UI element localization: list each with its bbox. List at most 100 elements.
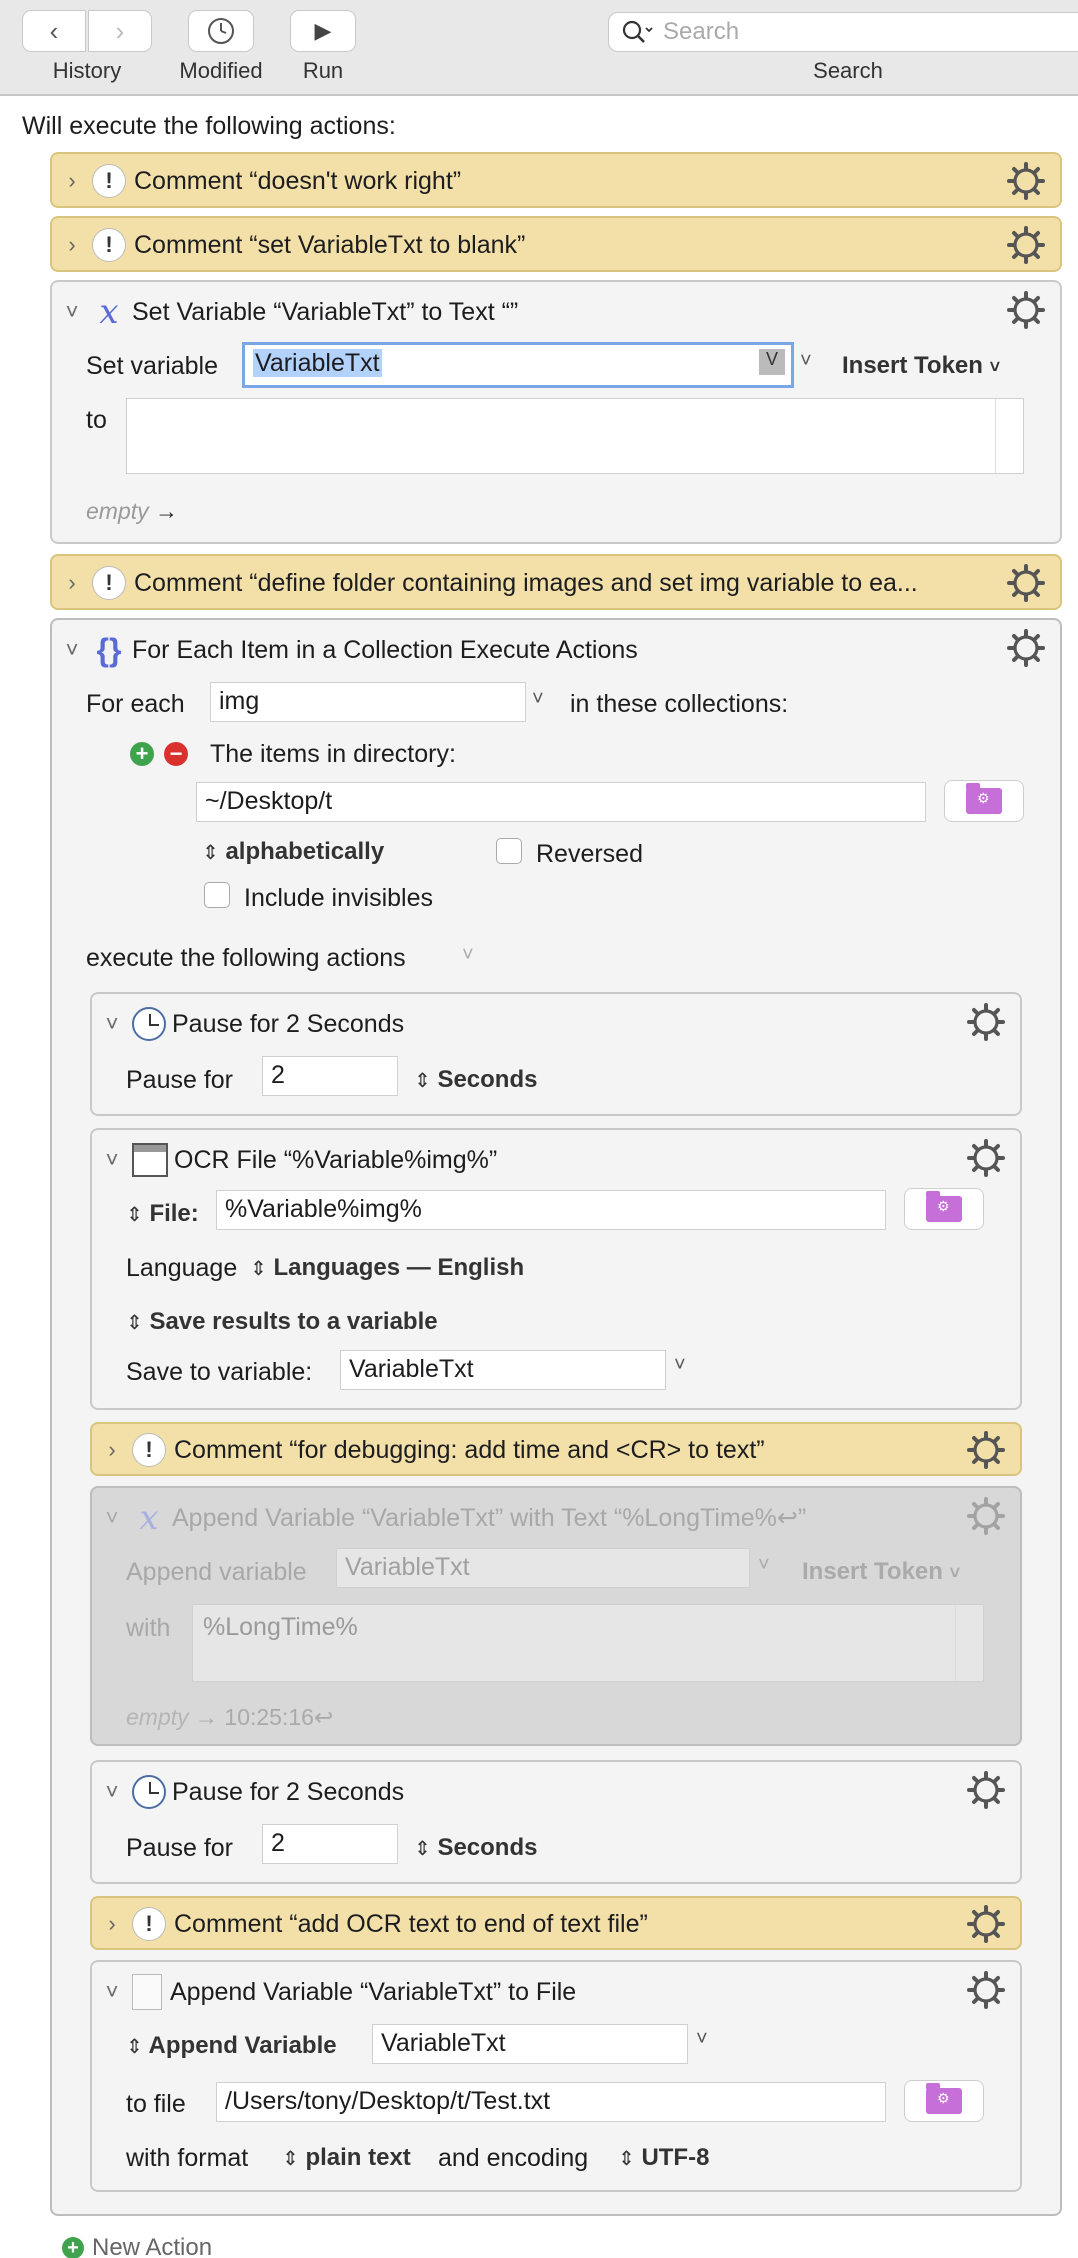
append-variable-field[interactable]: VariableTxt [336,1548,750,1588]
text-input-area[interactable] [126,398,1024,474]
pause-action-2[interactable]: ˅ Pause for 2 Seconds Pause for 2 ⇕ Seco… [90,1760,1022,1884]
variable-dropdown-chevron[interactable]: ˅ [800,350,812,373]
gear-icon[interactable] [1006,628,1046,668]
preview-line: empty → [86,498,178,525]
directory-path-field[interactable]: ~/Desktop/t [196,782,926,822]
append-mode-popup[interactable]: ⇕ Append Variable [126,2032,337,2060]
save-results-value: Save results to a variable [149,1308,438,1335]
variable-dropdown-chevron[interactable]: ˅ [758,1554,770,1577]
chevron-right-icon[interactable]: › [92,1911,132,1937]
insert-token-button[interactable]: Insert Token ˅ [842,352,1000,380]
chevron-down-icon[interactable]: ˅ [52,637,92,663]
for-each-label: For each [86,690,185,718]
window-icon [132,1143,168,1177]
sort-order-popup[interactable]: ⇕ alphabetically [202,838,384,866]
new-action-button[interactable]: + New Action [62,2234,212,2258]
time-unit-popup[interactable]: ⇕ Seconds [414,1834,537,1862]
comment-action-4[interactable]: › ! Comment “for debugging: add time and… [90,1422,1022,1476]
comment-action-1[interactable]: › ! Comment “doesn't work right” [50,152,1062,208]
remove-collection-button[interactable]: − [164,742,188,766]
gear-icon[interactable] [1006,225,1046,265]
chevron-down-icon[interactable]: ˅ [92,1979,132,2005]
append-file-variable-field[interactable]: VariableTxt [372,2024,688,2064]
comment-action-2[interactable]: › ! Comment “set VariableTxt to blank” [50,216,1062,272]
format-popup[interactable]: ⇕ plain text [282,2144,411,2172]
play-icon: ▶ [314,18,332,43]
action-title: Comment “set VariableTxt to blank” [134,230,526,259]
ocr-file-action[interactable]: ˅ OCR File “%Variable%img%” ⇕ File: %Var… [90,1128,1022,1410]
append-file-variable-value: VariableTxt [381,2029,506,2057]
gear-icon[interactable] [1006,290,1046,330]
file-source-popup[interactable]: ⇕ File: [126,1200,199,1228]
exclamation-icon: ! [92,228,126,262]
run-button[interactable]: ▶ [290,10,356,52]
preview-line: empty → 10:25:16↩ [126,1704,333,1731]
chevron-right-icon[interactable]: › [52,232,92,258]
search-field[interactable]: Search [608,12,1078,52]
set-variable-action[interactable]: ˅ x Set Variable “VariableTxt” to Text “… [50,280,1062,544]
comment-action-3[interactable]: › ! Comment “define folder containing im… [50,554,1062,610]
pause-for-label: Pause for [126,1066,234,1094]
chevron-down-icon[interactable]: ˅ [92,1505,132,1531]
insert-token-label: Insert Token [842,352,983,379]
modified-button[interactable] [188,10,254,52]
variable-dropdown-chevron[interactable]: ˅ [674,1354,686,1377]
chevron-down-icon[interactable]: ˅ [92,1147,132,1173]
language-popup[interactable]: ⇕ Languages — English [250,1254,524,1282]
file-path-field[interactable]: /Users/tony/Desktop/t/Test.txt [216,2082,886,2122]
chevron-down-icon[interactable]: ˅ [92,1779,132,1805]
variable-name-field[interactable]: VariableTxt V [242,342,794,388]
gear-icon[interactable] [966,1138,1006,1178]
sort-order-value: alphabetically [225,838,385,865]
encoding-popup[interactable]: ⇕ UTF-8 [618,2144,709,2172]
ocr-file-field[interactable]: %Variable%img% [216,1190,886,1230]
gear-icon[interactable] [966,1496,1006,1536]
gear-icon[interactable] [966,1770,1006,1810]
add-collection-button[interactable]: + [130,742,154,766]
for-each-variable-field[interactable]: img [210,682,526,722]
preview-empty: empty [126,1704,189,1730]
chevron-down-icon[interactable]: ˅ [462,944,474,967]
chevron-down-icon[interactable]: ˅ [92,1011,132,1037]
pause-duration-value: 2 [271,1829,285,1857]
with-text-area[interactable]: %LongTime% [192,1604,984,1682]
choose-folder-button[interactable] [944,780,1024,822]
format-value: plain text [305,2144,411,2171]
gear-icon[interactable] [966,1002,1006,1042]
gear-icon[interactable] [1006,161,1046,201]
language-label: Language [126,1254,238,1282]
choose-file-button[interactable] [904,2080,984,2122]
pause-duration-field[interactable]: 2 [262,1824,398,1864]
action-title: Append Variable “VariableTxt” with Text … [172,1504,807,1532]
forward-button[interactable]: › [88,10,152,52]
gear-icon[interactable] [966,1904,1006,1944]
append-variable-value: VariableTxt [345,1553,470,1581]
chevron-right-icon[interactable]: › [92,1437,132,1463]
back-button[interactable]: ‹ [22,10,86,52]
save-results-popup[interactable]: ⇕ Save results to a variable [126,1308,438,1336]
append-to-file-action[interactable]: ˅ Append Variable “VariableTxt” to File … [90,1960,1022,2192]
chevron-right-icon[interactable]: › [52,168,92,194]
insert-token-button[interactable]: Insert Token ˅ [802,1558,960,1586]
pause-action-1[interactable]: ˅ Pause for 2 Seconds Pause for 2 ⇕ Seco… [90,992,1022,1116]
scrollbar[interactable] [955,1605,983,1681]
variable-dropdown-chevron[interactable]: ˅ [696,2028,708,2051]
gear-icon[interactable] [966,1430,1006,1470]
save-variable-field[interactable]: VariableTxt [340,1350,666,1390]
time-unit-value: Seconds [437,1834,538,1861]
chevron-right-icon[interactable]: › [52,570,92,596]
gear-icon[interactable] [966,1970,1006,2010]
reversed-checkbox[interactable] [496,838,522,864]
gear-icon[interactable] [1006,563,1046,603]
search-placeholder: Search [663,18,740,45]
choose-file-button[interactable] [904,1188,984,1230]
comment-action-5[interactable]: › ! Comment “add OCR text to end of text… [90,1896,1022,1950]
chevron-down-icon[interactable]: ˅ [52,299,92,325]
scrollbar[interactable] [995,399,1023,473]
pause-duration-field[interactable]: 2 [262,1056,398,1096]
append-variable-text-action[interactable]: ˅ x Append Variable “VariableTxt” with T… [90,1486,1022,1746]
include-invisibles-checkbox[interactable] [204,882,230,908]
time-unit-popup[interactable]: ⇕ Seconds [414,1066,537,1094]
action-title: Comment “doesn't work right” [134,166,462,195]
variable-dropdown-chevron[interactable]: ˅ [532,688,544,711]
